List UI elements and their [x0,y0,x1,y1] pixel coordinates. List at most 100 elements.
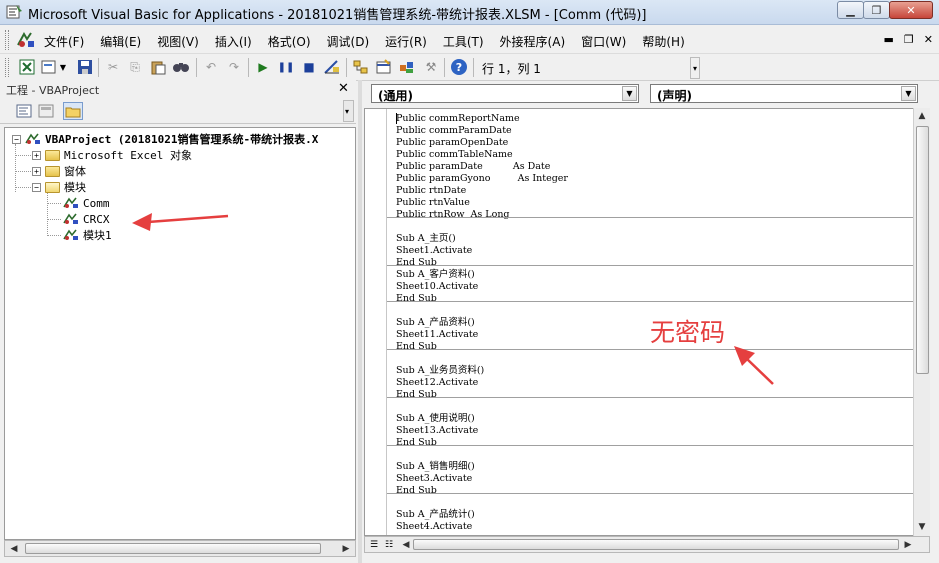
project-pane-close-icon[interactable]: ✕ [338,81,349,96]
procedure-combo[interactable]: (声明) ▼ [650,84,918,103]
scroll-right-icon[interactable]: ▶ [338,541,354,556]
scroll-right-icon[interactable]: ▶ [900,537,916,552]
scroll-thumb[interactable] [25,543,321,554]
toggle-folders-icon[interactable] [63,102,83,120]
collapse-icon[interactable]: − [12,134,21,144]
code-line[interactable]: Sub A_主页() [396,233,456,245]
mdi-minimize-icon[interactable]: ▬ [884,33,894,46]
tree-module-module1[interactable]: 模块1 [63,227,112,243]
code-line[interactable]: End Sub [396,389,437,401]
tree-node-excel-objects[interactable]: + Microsoft Excel 对象 [32,147,192,163]
code-line[interactable]: End Sub [396,341,437,353]
expand-icon[interactable]: + [32,166,41,176]
code-line[interactable]: End Sub [396,437,437,449]
code-line[interactable]: Sheet12.Activate [396,377,478,389]
tree-root-vbaproject[interactable]: − VBAProject (20181021销售管理系统-带统计报表.X [12,131,318,147]
scroll-left-icon[interactable]: ◀ [398,537,414,552]
code-line[interactable]: End Sub [396,257,437,269]
scroll-up-icon[interactable]: ▲ [914,108,930,123]
tree-module-comm[interactable]: Comm [63,195,110,211]
menubar-grip[interactable] [5,30,9,50]
menu-item[interactable]: 外接程序(A) [500,33,566,50]
project-toolbar-scroll[interactable]: ▾ [343,100,354,122]
view-object-icon[interactable] [36,102,56,120]
menu-item[interactable]: 编辑(E) [100,33,141,50]
code-line[interactable]: Sub A_产品统计() [396,509,475,521]
view-excel-icon[interactable] [18,58,36,76]
procedure-view-icon[interactable]: ☰ [367,538,381,551]
full-module-view-icon[interactable]: ☷ [382,538,396,551]
menu-item[interactable]: 文件(F) [44,33,84,50]
find-icon[interactable] [172,58,190,76]
menu-item[interactable]: 格式(O) [268,33,311,50]
code-line[interactable]: End Sub [396,293,437,305]
code-line[interactable]: Public rtnRow As Long [396,209,510,221]
code-line[interactable]: End Sub [396,485,437,497]
code-line[interactable]: Public paramDate As Date [396,161,550,173]
paste-icon[interactable] [149,58,167,76]
cut-icon[interactable]: ✂ [104,58,122,76]
scroll-down-icon[interactable]: ▼ [914,519,930,534]
redo-icon[interactable]: ↷ [225,58,243,76]
object-browser-icon[interactable] [398,58,416,76]
code-line[interactable]: Sub A_销售明细() [396,461,475,473]
run-icon[interactable]: ▶ [254,58,272,76]
undo-icon[interactable]: ↶ [202,58,220,76]
tree-node-modules[interactable]: − 模块 [32,179,86,195]
code-line[interactable]: Sub A_客户资料() [396,269,475,281]
code-margin-indicator-bar[interactable] [365,109,387,535]
code-line[interactable]: Sheet1.Activate [396,245,472,257]
menu-item[interactable]: 视图(V) [157,33,199,50]
insert-dropdown-icon[interactable]: ▼ [58,58,68,76]
code-line[interactable]: Public rtnValue [396,197,470,209]
tree-module-crcx[interactable]: CRCX [63,211,110,227]
reset-icon[interactable]: ■ [300,58,318,76]
code-line[interactable]: Sub A_业务员资料() [396,365,484,377]
code-line[interactable]: Public paramOpenDate [396,137,508,149]
code-line[interactable]: Sheet4.Activate [396,521,472,533]
code-line[interactable]: Public rtnDate [396,185,466,197]
collapse-icon[interactable]: − [32,182,41,192]
pane-splitter[interactable] [358,80,362,563]
help-icon[interactable]: ? [450,58,468,76]
object-combo[interactable]: (通用) ▼ [371,84,639,103]
save-icon[interactable] [76,58,94,76]
minimize-button[interactable]: ▁ [837,1,864,19]
code-line[interactable]: Sheet3.Activate [396,473,472,485]
properties-window-icon[interactable] [375,58,393,76]
vba-menu-icon[interactable] [16,31,36,49]
code-line[interactable]: Sheet11.Activate [396,329,478,341]
code-line[interactable]: Public commParamDate [396,125,512,137]
restore-button[interactable]: ❐ [863,1,890,19]
menu-item[interactable]: 窗口(W) [581,33,626,50]
close-button[interactable]: ✕ [889,1,933,19]
view-code-icon[interactable] [14,102,34,120]
code-line[interactable]: Public paramGyono As Integer [396,173,568,185]
menu-item[interactable]: 工具(T) [443,33,484,50]
code-line[interactable]: Public commReportName [396,113,520,125]
code-editor[interactable]: Public commReportName Public commParamDat… [364,108,930,536]
code-line[interactable]: Public commTableName [396,149,513,161]
toolbar-options-icon[interactable]: ▾ [690,57,700,79]
chevron-down-icon[interactable]: ▼ [901,86,916,101]
break-icon[interactable]: ❚❚ [277,58,295,76]
scroll-left-icon[interactable]: ◀ [6,541,22,556]
copy-icon[interactable]: ⎘ [126,58,144,76]
code-line[interactable]: Sub A_产品资料() [396,317,475,329]
project-tree-hscrollbar[interactable]: ◀ ▶ [4,540,356,557]
code-line[interactable]: Sheet13.Activate [396,425,478,437]
tree-node-forms[interactable]: + 窗体 [32,163,86,179]
project-explorer-icon[interactable] [352,58,370,76]
chevron-down-icon[interactable]: ▼ [622,86,637,101]
code-line[interactable]: Sub A_使用说明() [396,413,475,425]
menu-item[interactable]: 运行(R) [385,33,427,50]
menu-item[interactable]: 插入(I) [215,33,252,50]
code-hscrollbar[interactable]: ☰ ☷ ◀ ▶ [364,536,930,553]
mdi-restore-icon[interactable]: ❐ [904,33,914,46]
mdi-close-icon[interactable]: ✕ [924,33,933,46]
scroll-thumb[interactable] [413,539,899,550]
insert-userform-icon[interactable] [40,58,58,76]
expand-icon[interactable]: + [32,150,41,160]
toolbox-icon[interactable]: ⚒ [422,58,440,76]
menu-item[interactable]: 调试(D) [327,33,370,50]
